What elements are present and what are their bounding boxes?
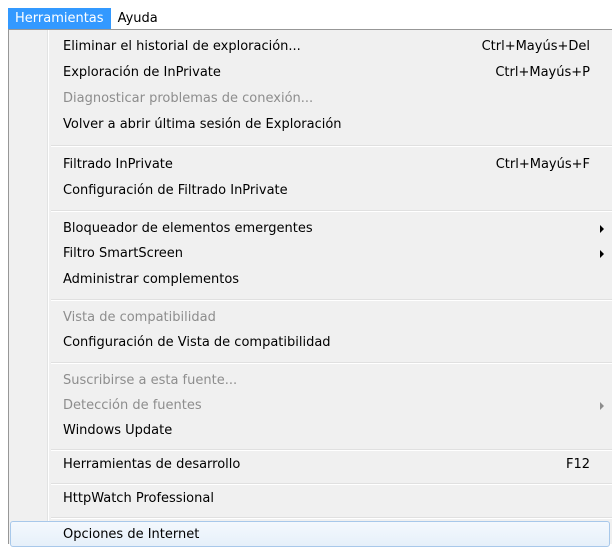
menu-item-smartscreen-filter[interactable]: Filtro SmartScreen	[11, 241, 612, 267]
menu-item-label: Bloqueador de elementos emergentes	[63, 221, 313, 236]
menu-item-delete-history[interactable]: Eliminar el historial de exploración... …	[11, 34, 612, 60]
menu-item-shortcut: Ctrl+Mayús+P	[495, 65, 590, 80]
menu-item-label: Exploración de InPrivate	[63, 65, 221, 80]
menu-item-httpwatch[interactable]: HttpWatch Professional	[11, 486, 612, 512]
menu-item-compatibility-view-settings[interactable]: Configuración de Vista de compatibilidad	[11, 330, 612, 356]
menu-item-label: Administrar complementos	[63, 272, 240, 287]
menu-item-label: Detección de fuentes	[63, 398, 202, 413]
menu-separator	[51, 145, 612, 147]
menu-separator	[51, 299, 612, 301]
menu-item-diagnose-connection: Diagnosticar problemas de conexión...	[11, 86, 612, 112]
menu-item-inprivate-filtering-settings[interactable]: Configuración de Filtrado InPrivate	[11, 178, 612, 204]
menu-item-subscribe-feed: Suscribirse a esta fuente...	[11, 368, 612, 394]
menu-item-internet-options[interactable]: Opciones de Internet	[10, 521, 610, 547]
menu-item-windows-update[interactable]: Windows Update	[11, 418, 612, 444]
menu-bar: Herramientas Ayuda	[8, 8, 612, 29]
menu-item-manage-addons[interactable]: Administrar complementos	[11, 267, 612, 293]
menu-item-label: Opciones de Internet	[63, 527, 200, 542]
menu-item-label: Diagnosticar problemas de conexión...	[63, 91, 314, 106]
menu-item-label: Configuración de Filtrado InPrivate	[63, 183, 288, 198]
menu-item-label: Windows Update	[63, 423, 173, 438]
menu-item-label: Filtrado InPrivate	[63, 157, 173, 172]
menu-item-shortcut: Ctrl+Mayús+Del	[481, 39, 590, 54]
menu-item-feed-discovery: Detección de fuentes	[11, 393, 612, 419]
menu-item-inprivate-browsing[interactable]: Exploración de InPrivate Ctrl+Mayús+P	[11, 60, 612, 86]
menu-item-label: Configuración de Vista de compatibilidad	[63, 335, 331, 350]
submenu-arrow-icon	[600, 250, 604, 258]
submenu-arrow-icon	[600, 402, 604, 410]
menu-separator	[51, 210, 612, 212]
menu-item-shortcut: F12	[565, 457, 590, 472]
menu-separator	[51, 483, 612, 485]
menu-item-label: HttpWatch Professional	[63, 491, 214, 506]
tools-dropdown-menu: Eliminar el historial de exploración... …	[8, 29, 612, 547]
menu-item-label: Suscribirse a esta fuente...	[63, 373, 238, 388]
menu-item-label: Eliminar el historial de exploración...	[63, 39, 301, 54]
menu-ayuda[interactable]: Ayuda	[111, 8, 165, 29]
menu-item-compatibility-view: Vista de compatibilidad	[11, 305, 612, 331]
menu-separator	[51, 517, 612, 519]
menu-item-developer-tools[interactable]: Herramientas de desarrollo F12	[11, 452, 612, 478]
menu-item-popup-blocker[interactable]: Bloqueador de elementos emergentes	[11, 216, 612, 242]
menu-separator	[51, 449, 612, 451]
menu-item-reopen-session[interactable]: Volver a abrir última sesión de Explorac…	[11, 112, 612, 138]
menu-item-inprivate-filtering[interactable]: Filtrado InPrivate Ctrl+Mayús+F	[11, 152, 612, 178]
menu-item-label: Filtro SmartScreen	[63, 246, 184, 261]
menu-separator	[51, 362, 612, 364]
menu-item-label: Herramientas de desarrollo	[63, 457, 241, 472]
menu-item-label: Volver a abrir última sesión de Explorac…	[63, 117, 342, 132]
menu-item-shortcut: Ctrl+Mayús+F	[495, 157, 590, 172]
submenu-arrow-icon	[600, 225, 604, 233]
menu-herramientas[interactable]: Herramientas	[8, 8, 111, 29]
menu-item-label: Vista de compatibilidad	[63, 310, 216, 325]
